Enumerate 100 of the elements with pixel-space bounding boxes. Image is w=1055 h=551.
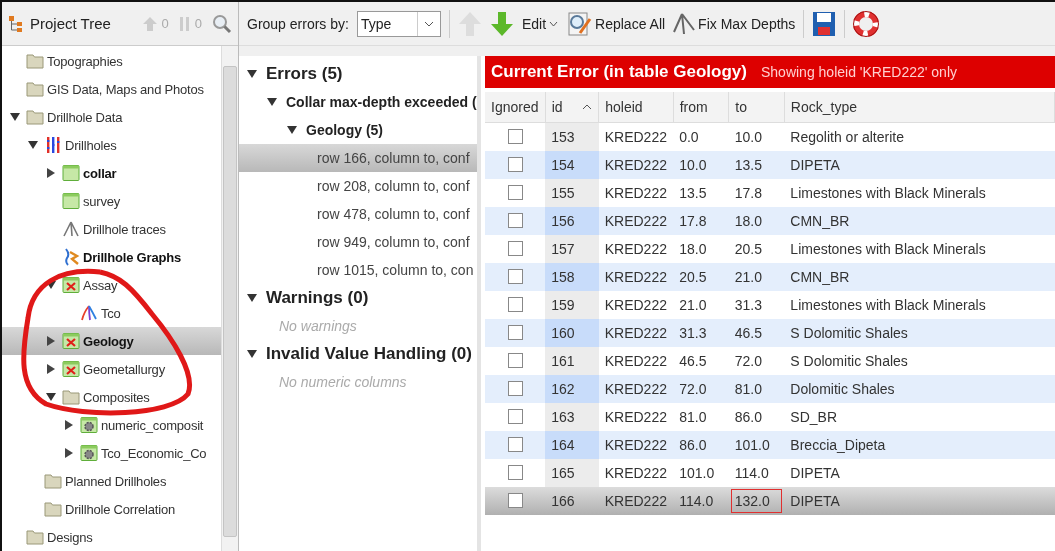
collapse-arrow-icon[interactable] [247,293,257,303]
collapse-arrow-icon[interactable] [267,97,277,107]
scrollbar[interactable] [221,46,238,551]
column-header[interactable]: to [728,92,785,123]
tree-item[interactable]: Drillhole Correlation [2,495,221,523]
ignored-checkbox[interactable] [507,269,523,284]
column-header[interactable]: Ignored [485,92,546,123]
ignored-checkbox[interactable] [507,409,523,424]
error-item[interactable]: row 1015, column to, con [239,256,477,284]
table-icon [62,164,80,182]
collapse-arrow-icon[interactable] [287,125,297,135]
table-cell: SD_BR [784,402,1055,431]
tree-item[interactable]: Topographies [2,47,221,75]
ignored-checkbox[interactable] [507,157,523,172]
dropdown-caret-icon[interactable] [423,20,434,27]
ignored-checkbox[interactable] [507,241,523,256]
empty-message: No warnings [278,318,357,334]
replace-all-button[interactable]: Replace All [566,10,666,37]
ignored-checkbox[interactable] [507,381,523,396]
folder-icon [26,529,44,545]
fix-max-depths-button[interactable]: Fix Max Depths [673,11,796,36]
column-header[interactable]: from [673,92,729,123]
tree-item[interactable]: collar [2,159,221,187]
collapse-arrow-icon[interactable] [247,349,257,359]
table-cell: KRED222 [598,430,674,459]
error-item[interactable]: row 949, column to, conf [239,228,477,256]
tree-item[interactable]: Drillholes [2,131,221,159]
table-cell: DIPETA [784,486,1055,515]
table-cell: 21.0 [728,262,785,291]
tree-item[interactable]: GIS Data, Maps and Photos [2,75,221,103]
ignored-checkbox[interactable] [507,465,523,480]
table-cell: 165 [545,458,599,487]
tree-item[interactable]: Geometallurgy [2,355,221,383]
error-group-label: Collar max-depth exceeded ( [286,94,477,110]
expand-arrow-icon[interactable] [64,420,74,430]
table-cell: 18.0 [728,206,785,235]
folder-icon [26,81,44,97]
table-cell: 46.5 [673,346,729,375]
panel-title: Project Tree [30,15,111,32]
ignored-checkbox[interactable] [507,353,523,368]
error-item[interactable]: row 208, column to, conf [239,172,477,200]
graphs-icon [62,248,80,266]
expand-arrow-icon[interactable] [46,336,56,346]
collapse-arrow-icon[interactable] [247,69,257,79]
tree-item[interactable]: Planned Drillholes [2,467,221,495]
gear-table-icon [80,416,98,434]
table-cell: 166 [545,486,599,515]
table-cell: 86.0 [673,430,729,459]
expand-arrow-icon[interactable] [46,168,56,178]
expand-arrow-icon[interactable] [46,364,56,374]
table-cell: 46.5 [728,318,785,347]
table-cell: CMN_BR [784,262,1055,291]
sort-ascending-icon[interactable] [582,104,593,110]
table-cell: KRED222 [598,178,674,207]
table-cell: 155 [545,178,599,207]
error-item[interactable]: row 478, column to, conf [239,200,477,228]
expand-arrow-icon[interactable] [64,448,74,458]
ignored-checkbox[interactable] [507,493,523,508]
folder-icon [44,501,62,517]
error-item[interactable]: row 166, column to, conf [239,144,477,172]
table-error-icon [62,332,80,350]
table-cell: 114.0 [673,486,729,515]
tree-item[interactable]: Composites [2,383,221,411]
group-by-dropdown[interactable]: Type [356,10,441,37]
ignored-checkbox[interactable] [507,325,523,340]
ignored-checkbox[interactable] [507,185,523,200]
tree-item[interactable]: Tco_Economic_Co [2,439,221,467]
lifebuoy-icon[interactable] [853,10,880,37]
ignored-checkbox[interactable] [507,297,523,312]
column-header[interactable]: holeid [598,92,674,123]
table-cell: 160 [545,318,599,347]
column-header[interactable]: Rock_type [784,92,1055,123]
ignored-checkbox[interactable] [507,129,523,145]
gear-table-icon [80,444,98,462]
save-icon[interactable] [812,10,837,37]
tree-item[interactable]: Drillhole Graphs [2,243,221,271]
search-icon[interactable] [212,13,232,34]
tree-item[interactable]: Drillhole traces [2,215,221,243]
table-cell: 13.5 [728,150,785,179]
tree-item[interactable]: Designs [2,523,221,551]
tree-item[interactable]: Tco [2,299,221,327]
collapse-arrow-icon[interactable] [28,140,38,150]
table-cell: 0.0 [673,122,729,151]
tree-item[interactable]: Geology [2,327,221,355]
ignored-checkbox[interactable] [507,437,523,452]
collapse-arrow-icon[interactable] [46,280,56,290]
tree-item[interactable]: Drillhole Data [2,103,221,131]
next-error-button[interactable] [489,10,514,37]
error-group-label: Invalid Value Handling (0) [266,344,472,364]
ignored-checkbox[interactable] [507,213,523,228]
tree-item[interactable]: survey [2,187,221,215]
count-label: 0 [194,16,202,31]
edit-menu-button[interactable]: Edit [521,15,559,32]
tree-item[interactable]: numeric_composit [2,411,221,439]
column-header[interactable]: id [545,92,599,123]
collapse-arrow-icon[interactable] [46,392,56,402]
table-cell: S Dolomitic Shales [784,346,1055,375]
tree-item[interactable]: Assay [2,271,221,299]
table-cell: Limestones with Black Minerals [784,178,1055,207]
collapse-arrow-icon[interactable] [10,112,20,122]
